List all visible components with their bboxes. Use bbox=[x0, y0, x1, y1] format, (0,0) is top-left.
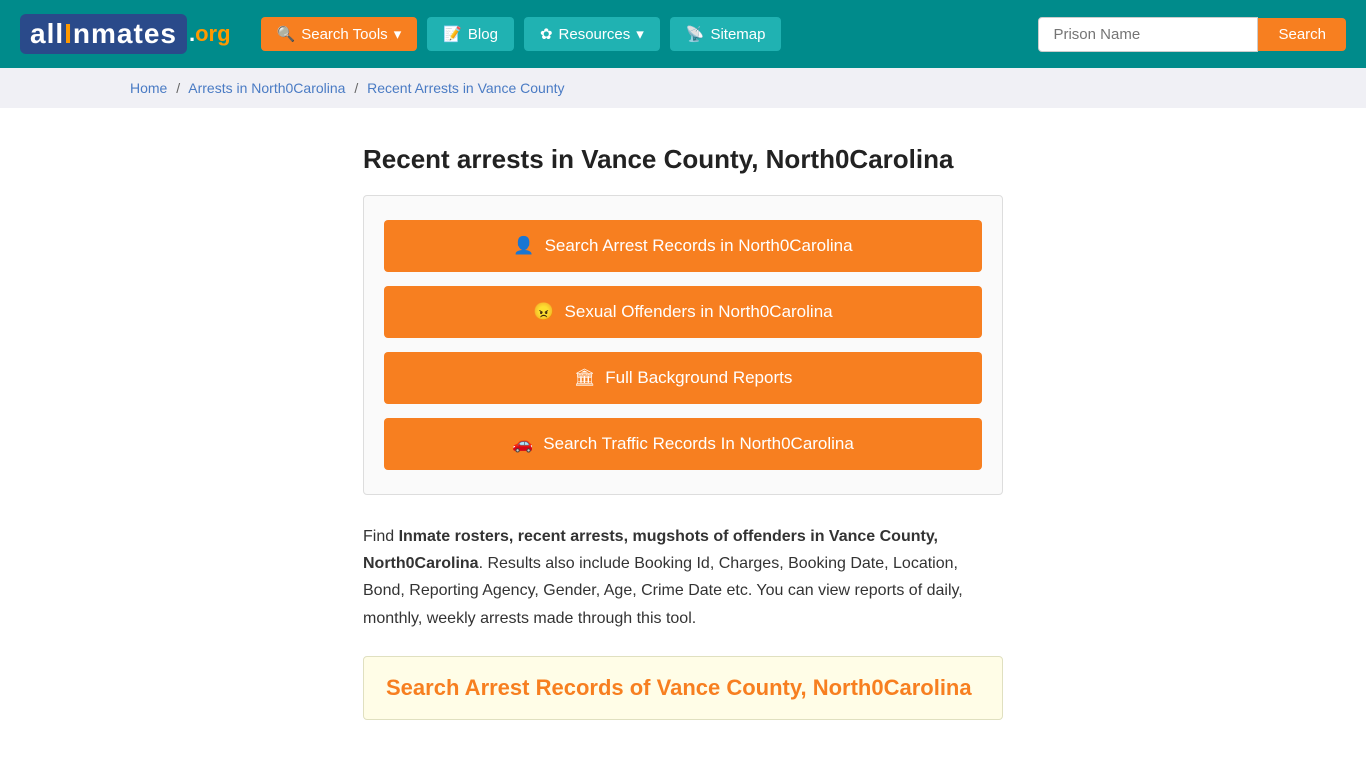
background-reports-icon: 🏛 bbox=[574, 368, 596, 388]
search-records-box: Search Arrest Records of Vance County, N… bbox=[363, 656, 1003, 720]
search-traffic-records-button[interactable]: 🚗 Search Traffic Records In North0Caroli… bbox=[384, 418, 982, 470]
arrest-records-label: Search Arrest Records in North0Carolina bbox=[545, 236, 853, 256]
search-arrest-records-button[interactable]: 👤 Search Arrest Records in North0Carolin… bbox=[384, 220, 982, 272]
breadcrumb-sep-2: / bbox=[354, 80, 358, 96]
search-records-title: Search Arrest Records of Vance County, N… bbox=[386, 675, 980, 701]
resources-icon: ✿ bbox=[540, 25, 553, 43]
sitemap-icon: 📡 bbox=[686, 25, 705, 43]
search-tools-icon: 🔍 bbox=[277, 25, 296, 43]
desc-prefix: Find bbox=[363, 528, 399, 545]
prison-name-input[interactable] bbox=[1038, 17, 1258, 52]
logo-all: all bbox=[30, 18, 64, 49]
sexual-offenders-label: Sexual Offenders in North0Carolina bbox=[565, 302, 833, 322]
blog-label: Blog bbox=[468, 26, 498, 43]
sexual-offenders-icon: 😠 bbox=[533, 302, 554, 322]
breadcrumb-sep-1: / bbox=[176, 80, 180, 96]
description-text: Find Inmate rosters, recent arrests, mug… bbox=[363, 523, 1003, 632]
logo-org-highlight: org bbox=[195, 21, 230, 46]
full-background-reports-button[interactable]: 🏛 Full Background Reports bbox=[384, 352, 982, 404]
blog-icon: 📝 bbox=[443, 25, 462, 43]
search-tools-label: Search Tools bbox=[301, 26, 387, 43]
breadcrumb-home-link[interactable]: Home bbox=[130, 80, 167, 96]
sexual-offenders-button[interactable]: 😠 Sexual Offenders in North0Carolina bbox=[384, 286, 982, 338]
arrest-records-icon: 👤 bbox=[513, 236, 534, 256]
logo-in: I bbox=[64, 18, 73, 49]
traffic-records-label: Search Traffic Records In North0Carolina bbox=[543, 434, 854, 454]
blog-button[interactable]: 📝 Blog bbox=[427, 17, 514, 51]
prison-search-label: Search bbox=[1278, 26, 1326, 43]
logo-org: .org bbox=[189, 21, 231, 47]
resources-label: Resources bbox=[559, 26, 631, 43]
main-content: Recent arrests in Vance County, North0Ca… bbox=[233, 108, 1133, 760]
action-box: 👤 Search Arrest Records in North0Carolin… bbox=[363, 195, 1003, 495]
breadcrumb: Home / Arrests in North0Carolina / Recen… bbox=[0, 68, 1366, 108]
search-tools-button[interactable]: 🔍 Search Tools ▾ bbox=[261, 17, 418, 51]
logo-text: allInmates bbox=[20, 14, 187, 54]
background-reports-label: Full Background Reports bbox=[605, 368, 792, 388]
breadcrumb-current: Recent Arrests in Vance County bbox=[367, 80, 564, 96]
prison-search-group: Search bbox=[1038, 17, 1346, 52]
search-tools-chevron-icon: ▾ bbox=[394, 25, 402, 43]
resources-button[interactable]: ✿ Resources ▾ bbox=[524, 17, 660, 51]
traffic-records-icon: 🚗 bbox=[512, 434, 533, 454]
navbar: allInmates .org 🔍 Search Tools ▾ 📝 Blog … bbox=[0, 0, 1366, 68]
resources-chevron-icon: ▾ bbox=[636, 25, 644, 43]
logo: allInmates .org bbox=[20, 14, 231, 54]
sitemap-label: Sitemap bbox=[710, 26, 765, 43]
prison-search-button[interactable]: Search bbox=[1258, 18, 1346, 51]
logo-mates: nmates bbox=[73, 18, 177, 49]
sitemap-button[interactable]: 📡 Sitemap bbox=[670, 17, 782, 51]
breadcrumb-arrests-link[interactable]: Arrests in North0Carolina bbox=[188, 80, 345, 96]
page-title: Recent arrests in Vance County, North0Ca… bbox=[363, 144, 1003, 175]
